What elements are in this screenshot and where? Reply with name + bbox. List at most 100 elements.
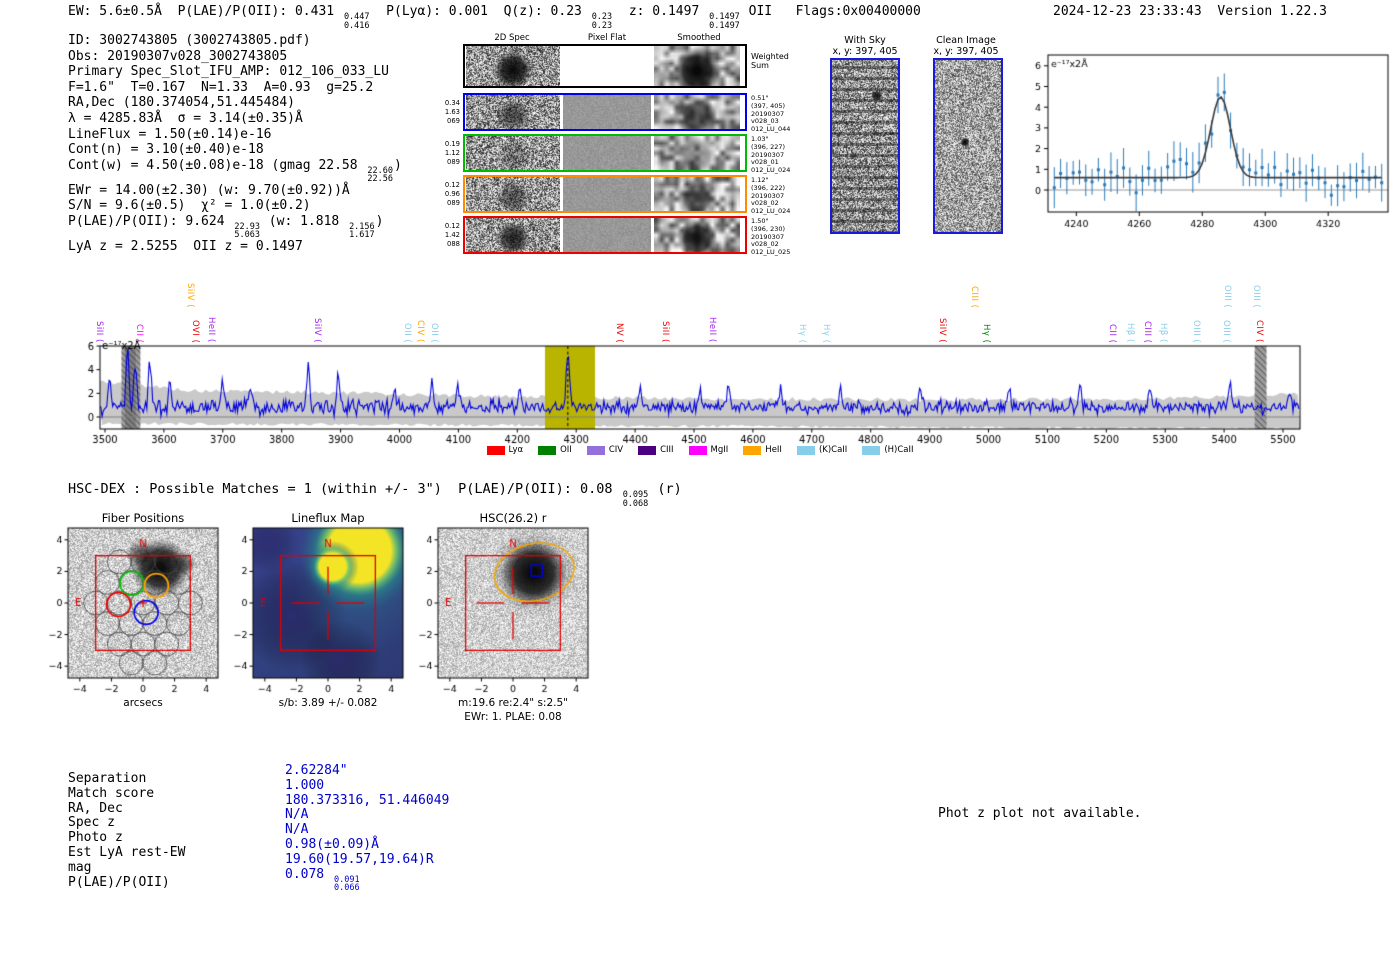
spectral-line-label: CIII ( [969, 285, 979, 308]
legend-label: OII [560, 445, 572, 455]
spec2d-fiber2-weights: 0.19 1.12 089 [444, 140, 460, 166]
match-value: 0.078 0.091 0.066 [285, 866, 360, 894]
withsky-image [830, 58, 900, 234]
spectrum-legend: Lyα OII CIV CIII MgII HeII (K)CaII (H)CaII [420, 445, 980, 455]
legend-swatch [796, 445, 815, 455]
fiber-positions-plot [40, 524, 235, 704]
spec2d-weighted-pixelflat-image [563, 46, 651, 86]
legend-item: CIV [586, 445, 624, 455]
spec2d-fiber4-pixelflat-image [563, 218, 651, 252]
spec2d-fiber3-pixelflat-image [563, 177, 651, 211]
hsc-match-summary: HSC-DEX : Possible Matches = 1 (within +… [68, 481, 682, 509]
match-label: Est LyA rest-EW [68, 844, 186, 860]
line-fit-plot [1015, 40, 1400, 245]
lineflux-map-title: Lineflux Map [291, 511, 365, 525]
match-value: 2.62284" [285, 763, 348, 778]
info-line-lyaz: LyA z = 2.5255 OII z = 0.1497 [68, 238, 303, 254]
spectral-line-label: OIII ( [1251, 284, 1261, 308]
info-line-cont-w: Cont(w) = 4.50(±0.08)e-18 (gmag 22.58 22… [68, 157, 402, 185]
match-label: Spec z [68, 815, 115, 831]
hsc-cutout-xlabel2: EWr: 1. PLAE: 0.08 [464, 711, 562, 723]
spec2d-row-weighted [463, 44, 747, 88]
legend-swatch [586, 445, 605, 455]
full-spectrum-plot [85, 336, 1330, 450]
legend-label: MgII [710, 445, 729, 455]
elixer-report-page: EW: 5.6±0.5Å P(LAE)/P(OII): 0.431 0.447 0… [0, 0, 1400, 953]
spec2d-fiber2-smoothed-image [654, 136, 740, 170]
spectral-line-label: SiIV ( [185, 282, 195, 308]
match-label: mag [68, 859, 92, 875]
spec2d-fiber1-weights: 0.34 1.63 069 [444, 99, 460, 125]
spec2d-fiber1-2dspec-image [466, 95, 560, 129]
info-line-plae: P(LAE)/P(OII): 9.624 22.93 5.063 (w: 1.81… [68, 213, 384, 241]
hsc-r-cutout-plot [410, 524, 605, 704]
spec2d-fiber1-pixelflat-image [563, 95, 651, 129]
spec2d-row-fiber1 [463, 93, 747, 131]
match-value: 19.60(19.57,19.64)R [285, 851, 434, 867]
lineflux-map-plot [225, 524, 420, 704]
header-metrics: EW: 5.6±0.5Å P(LAE)/P(OII): 0.431 0.447 0… [68, 4, 921, 31]
lineflux-map-xlabel: s/b: 3.89 +/- 0.082 [278, 697, 378, 709]
legend-swatch [688, 445, 707, 455]
spec2d-fiber3-weights: 0.12 0.96 089 [444, 181, 460, 207]
legend-item: Lyα [486, 445, 523, 455]
report-datetime: 2024-12-23 23:33:43 [1053, 4, 1202, 19]
legend-item: (H)CaII [862, 445, 914, 455]
legend-item: OII [538, 445, 572, 455]
info-line-wavelength: λ = 4285.83Å σ = 3.14(±0.35)Å [68, 110, 303, 126]
hsc-cutout-title: HSC(26.2) r [479, 511, 547, 525]
legend-label: HeII [765, 445, 782, 455]
hsc-cutout-xlabel: m:19.6 re:2.4" s:2.5" [458, 697, 568, 709]
match-label: Separation [68, 771, 147, 786]
match-label: Photo z [68, 830, 123, 846]
withsky-coords: x, y: 397, 405 [832, 46, 898, 57]
spec2d-header-2dspec: 2D Spec [494, 33, 530, 43]
match-value: 0.98(±0.09)Å [285, 836, 379, 852]
match-table-labels: Separation Match score RA, Dec Spec z Ph… [68, 771, 186, 890]
spec2d-fiber2-pixelflat-image [563, 136, 651, 170]
spec2d-row-fiber2 [463, 134, 747, 172]
spec2d-row-fiber3 [463, 175, 747, 213]
match-value: N/A [285, 807, 309, 823]
spec2d-header-smoothed: Smoothed [677, 33, 721, 43]
legend-item: (K)CaII [796, 445, 848, 455]
spec2d-fiber2-info: 1.03" (396, 227) 20190307 v028_01 012_LU… [751, 135, 791, 175]
spec2d-fiber3-smoothed-image [654, 177, 740, 211]
match-label: Match score [68, 785, 155, 801]
spec2d-fiber3-2dspec-image [466, 177, 560, 211]
info-line-radec: RA,Dec (180.374054,51.445484) [68, 95, 295, 111]
spec2d-fiber2-2dspec-image [466, 136, 560, 170]
match-label: P(LAE)/P(OII) [68, 874, 170, 890]
detection-info-block: ID: 3002743805 (3002743805.pdf) Obs: 201… [68, 33, 402, 255]
spec2d-fiber4-smoothed-image [654, 218, 740, 252]
legend-swatch [538, 445, 557, 455]
legend-label: CIV [608, 445, 624, 455]
spec2d-fiber4-weights: 0.12 1.42 088 [444, 222, 460, 248]
fiber-positions-title: Fiber Positions [101, 511, 185, 525]
info-line-cont-n: Cont(n) = 3.10(±0.40)e-18 [68, 142, 264, 158]
spec2d-fiber3-info: 1.12" (396, 222) 20190307 v028_02 012_LU… [751, 176, 791, 216]
spec2d-header-pixelflat: Pixel Flat [587, 33, 627, 43]
info-line-id: ID: 3002743805 (3002743805.pdf) [68, 33, 311, 48]
legend-label: (K)CaII [818, 445, 848, 455]
info-line-sn: S/N = 9.6(±0.5) χ² = 1.0(±0.2) [68, 198, 311, 214]
match-value: 180.373316, 51.446049 [285, 792, 450, 808]
spec2d-fiber4-2dspec-image [466, 218, 560, 252]
legend-item: CIII [638, 445, 674, 455]
spec2d-fiber1-info: 0.51" (397, 405) 20190307 v028_03 012_LU… [751, 94, 791, 134]
legend-label: CIII [660, 445, 674, 455]
spec2d-row-fiber4 [463, 216, 747, 254]
legend-swatch [638, 445, 657, 455]
spec2d-weighted-2dspec-image [466, 46, 560, 86]
info-line-seeing: F=1.6" T=0.167 N=1.33 A=0.93 g=25.2 [68, 79, 374, 95]
match-table-values: 2.62284" 1.000 180.373316, 51.446049 N/A… [285, 763, 450, 894]
report-version: Version 1.22.3 [1217, 4, 1327, 19]
report-timestamp: 2024-12-23 23:33:43 Version 1.22.3 [1053, 4, 1327, 19]
spectral-line-label: OIII ( [1222, 284, 1232, 308]
match-value: N/A [285, 822, 309, 838]
legend-label: (H)CaII [884, 445, 914, 455]
cleanimage-title: Clean Image [936, 35, 996, 46]
info-line-obs: Obs: 20190307v028_3002743805 [68, 48, 288, 64]
info-line-lineflux: LineFlux = 1.50(±0.14)e-16 [68, 126, 272, 142]
spec2d-fiber4-info: 1.50" (396, 230) 20190307 v028_02 012_LU… [751, 217, 791, 257]
